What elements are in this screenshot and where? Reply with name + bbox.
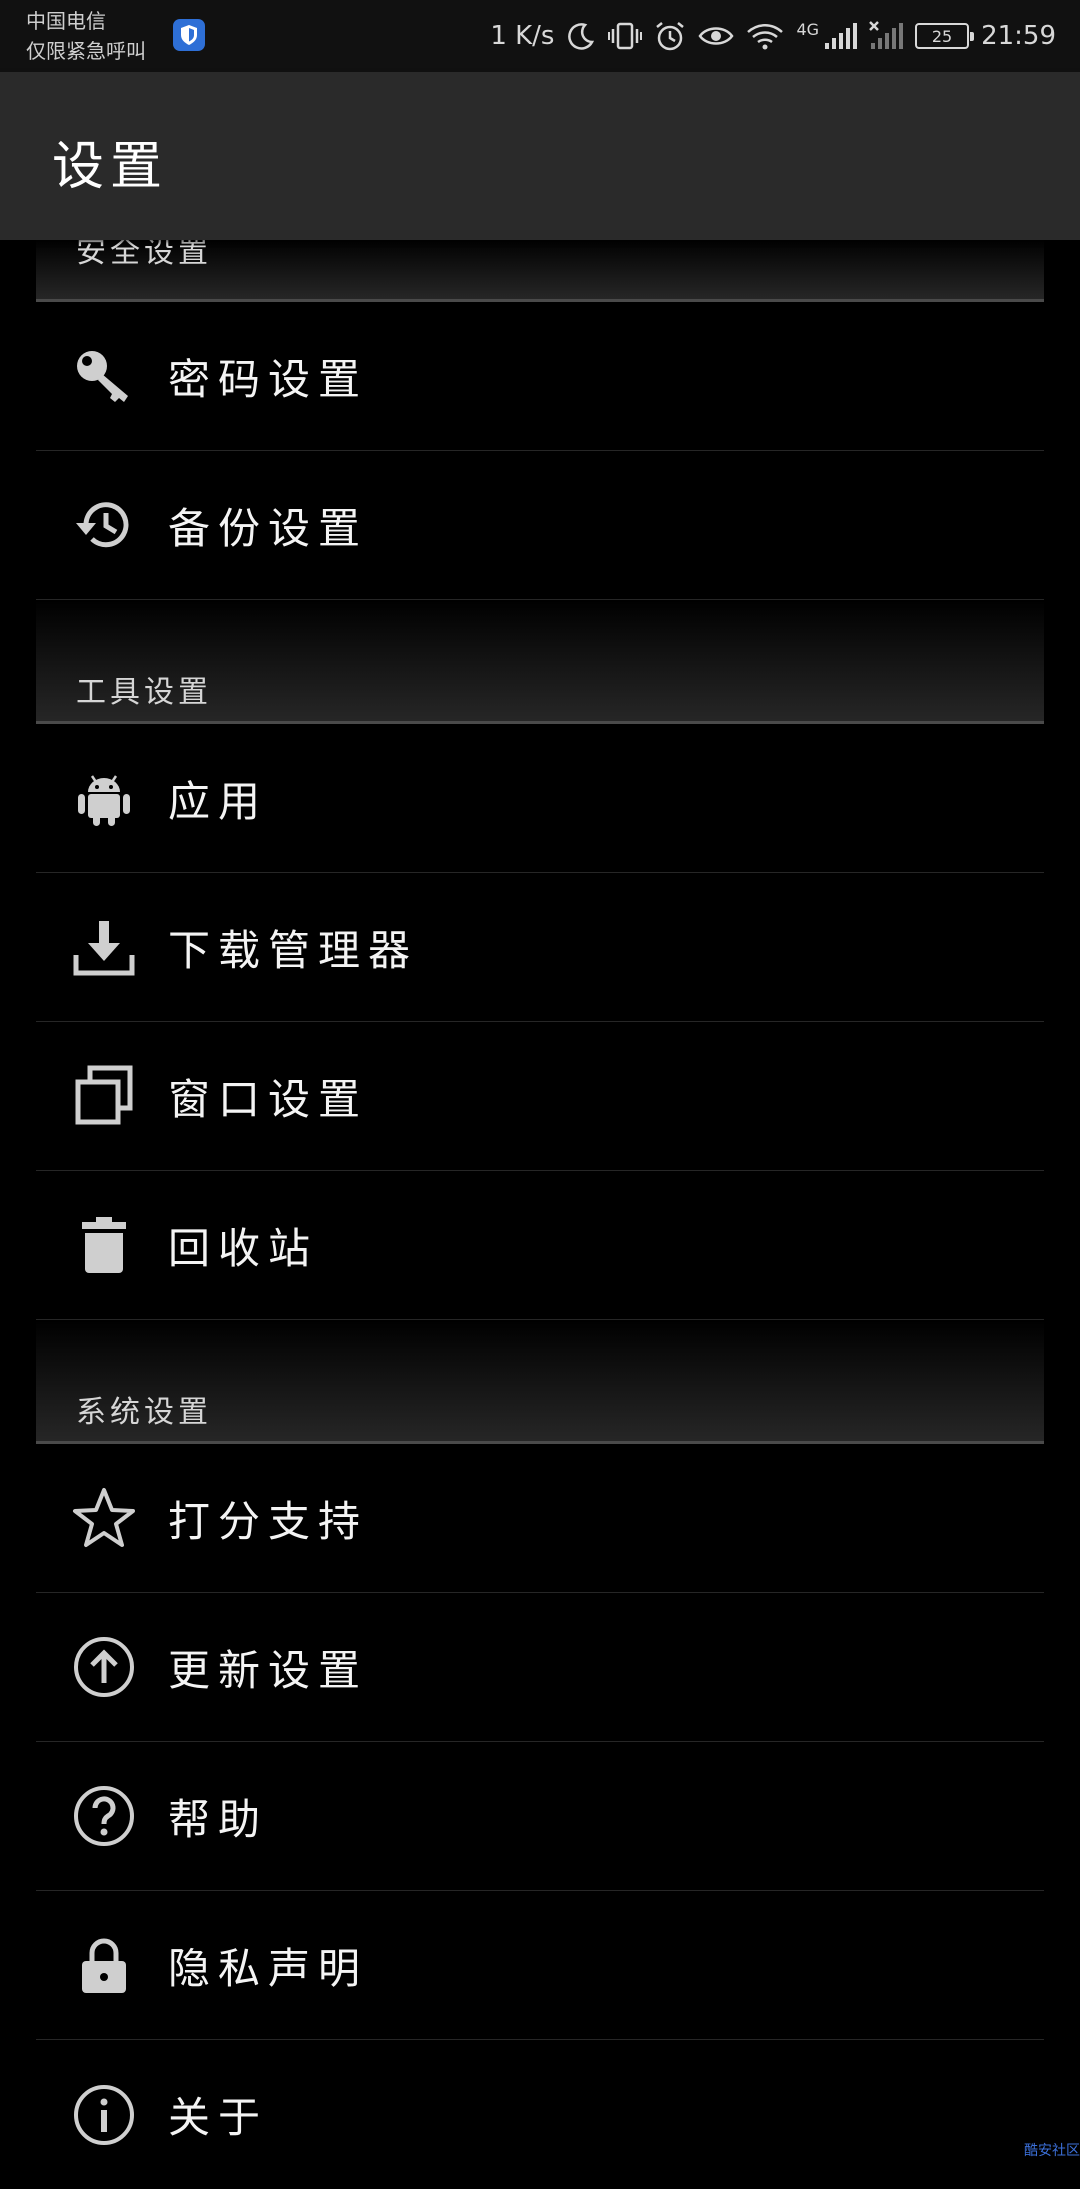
settings-item-privacy[interactable]: 隐私声明 — [36, 1891, 1044, 2040]
windows-icon — [72, 1064, 136, 1128]
carrier-status: 仅限紧急呼叫 — [26, 39, 146, 63]
app-bar: 设置 — [0, 72, 1080, 240]
history-icon — [72, 493, 136, 557]
page-title: 设置 — [52, 137, 169, 197]
wifi-icon — [747, 24, 784, 50]
eye-icon — [698, 27, 735, 45]
network-type: 4G — [796, 19, 820, 39]
alarm-icon — [656, 22, 685, 51]
settings-item-label: 帮助 — [168, 1794, 269, 1844]
android-icon — [72, 766, 136, 830]
section-title: 系统设置 — [76, 1395, 212, 1430]
battery-icon: 25 — [915, 23, 975, 49]
signal-icon — [825, 23, 858, 49]
status-icons: 1 K/s 4G 25 21:59 — [490, 0, 1056, 72]
settings-item-apps[interactable]: 应用 — [36, 724, 1044, 873]
moon-icon — [568, 23, 595, 50]
trash-icon — [72, 1213, 136, 1277]
battery-level: 25 — [931, 26, 953, 46]
shield-icon — [172, 18, 206, 52]
settings-item-update[interactable]: 更新设置 — [36, 1593, 1044, 1742]
section-header-tools: 工具设置 — [36, 600, 1044, 724]
settings-item-label: 关于 — [168, 2093, 269, 2142]
carrier-name: 中国电信 — [26, 9, 106, 33]
download-icon — [72, 915, 136, 979]
help-icon — [72, 1784, 136, 1848]
section-title: 工具设置 — [76, 675, 212, 710]
section-header-security: 安全设置 — [36, 235, 1044, 302]
carrier-info: 中国电信 仅限紧急呼叫 — [26, 6, 146, 66]
star-icon — [72, 1486, 136, 1550]
settings-item-label: 更新设置 — [168, 1645, 369, 1695]
settings-item-label: 下载管理器 — [168, 925, 419, 975]
settings-item-password[interactable]: 密码设置 — [36, 302, 1044, 451]
settings-item-label: 备份设置 — [168, 503, 369, 553]
settings-item-window[interactable]: 窗口设置 — [36, 1022, 1044, 1171]
settings-item-recycle-bin[interactable]: 回收站 — [36, 1171, 1044, 1320]
watermark: 酷安社区 — [1024, 2143, 1080, 2159]
clock: 21:59 — [981, 21, 1056, 51]
settings-item-about[interactable]: 关于 — [36, 2040, 1044, 2189]
settings-item-label: 打分支持 — [168, 1496, 369, 1546]
lock-icon — [72, 1933, 136, 1997]
settings-item-help[interactable]: 帮助 — [36, 1742, 1044, 1891]
settings-item-label: 密码设置 — [168, 354, 369, 404]
settings-item-label: 回收站 — [168, 1223, 319, 1273]
vibrate-icon — [608, 22, 643, 50]
settings-item-label: 隐私声明 — [168, 1943, 369, 1993]
key-icon — [72, 344, 136, 408]
settings-item-backup[interactable]: 备份设置 — [36, 451, 1044, 600]
arrow-up-circle-icon — [72, 1635, 136, 1699]
settings-item-rating[interactable]: 打分支持 — [36, 1444, 1044, 1593]
settings-item-download-manager[interactable]: 下载管理器 — [36, 873, 1044, 1022]
info-icon — [72, 2083, 136, 2147]
section-header-system: 系统设置 — [36, 1320, 1044, 1444]
settings-item-label: 窗口设置 — [168, 1074, 369, 1124]
settings-item-label: 应用 — [168, 776, 269, 826]
status-bar: 中国电信 仅限紧急呼叫 1 K/s 4G 25 21:59 — [0, 0, 1080, 72]
signal-off-icon — [869, 21, 904, 49]
net-speed: 1 K/s — [490, 21, 555, 51]
settings-list: 安全设置 密码设置 备份设置 工具设置 应用 下载管理器 窗口设置 回收站 系统… — [36, 235, 1044, 2189]
